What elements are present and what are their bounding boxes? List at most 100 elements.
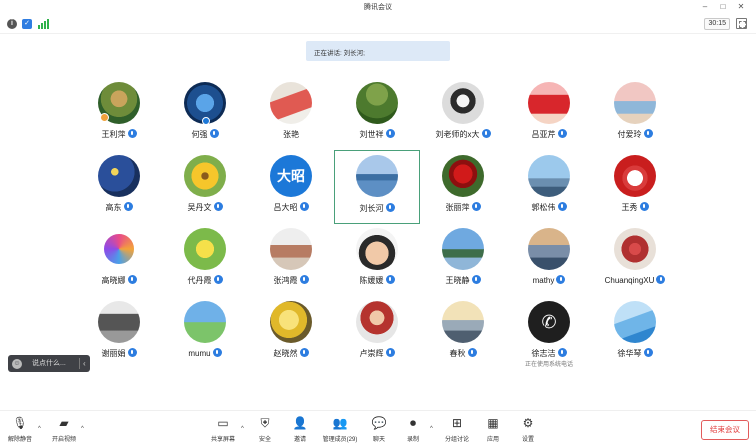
mic-icon	[385, 203, 395, 212]
participant-name: 张丽萍	[445, 203, 470, 212]
avatar	[184, 228, 226, 270]
participant-name: 吕大昭	[273, 203, 298, 212]
participant-tile[interactable]: 张艳	[248, 77, 334, 151]
mic-icon	[209, 129, 219, 138]
participant-tile[interactable]: 付爱玲	[592, 77, 678, 151]
info-icon[interactable]: i	[7, 19, 17, 29]
speaking-banner: 正在讲话: 刘长河;	[306, 41, 450, 61]
participant-tile[interactable]: mumu	[162, 296, 248, 370]
security-button[interactable]: ⛨ 安全	[245, 415, 285, 443]
close-icon[interactable]: ✕	[735, 1, 747, 13]
participant-tile[interactable]: 王晓静	[420, 223, 506, 297]
participant-name: 徐华琴	[617, 349, 642, 358]
mic-muted-icon: 🎙	[12, 416, 28, 430]
start-video-button[interactable]: ▰ 开启视频	[44, 415, 84, 443]
participant-name: 刘长河	[359, 204, 384, 213]
fullscreen-icon[interactable]	[736, 18, 747, 29]
avatar	[356, 155, 398, 197]
mic-icon	[656, 275, 666, 284]
participant-tile[interactable]: 吕亚芹	[506, 77, 592, 151]
share-screen-icon: ▭	[217, 416, 229, 430]
participant-tile[interactable]: 何强	[162, 77, 248, 151]
participant-tile[interactable]: ✆ 徐志洁 正在使用系统电话	[506, 296, 592, 370]
avatar	[528, 228, 570, 270]
phone-status-note: 正在使用系统电话	[524, 362, 573, 368]
invite-button[interactable]: 👤 邀请	[280, 415, 320, 443]
meeting-toolbar: 🎙 解除静音 ^ ▰ 开启视频 ^ ▭ 共享屏幕 ^ ⛨ 安全 👤 邀请 👥 管…	[0, 410, 756, 445]
avatar	[356, 301, 398, 343]
end-meeting-button[interactable]: 结束会议	[701, 420, 749, 440]
participant-name: 刘老师的x大	[435, 130, 480, 139]
avatar	[528, 155, 570, 197]
mic-icon	[299, 348, 309, 357]
participant-tile[interactable]: 大昭 吕大昭	[248, 150, 334, 224]
participant-name: 代丹霞	[187, 276, 212, 285]
participant-name: 陈媛媛	[359, 276, 384, 285]
avatar	[270, 228, 312, 270]
settings-button[interactable]: ⚙ 设置	[508, 415, 548, 443]
participants-button[interactable]: 👥 管理成员(29)	[320, 415, 360, 443]
chevron-up-icon[interactable]: ^	[81, 426, 84, 432]
share-screen-button[interactable]: ▭ 共享屏幕	[203, 415, 243, 443]
participant-tile[interactable]: 春秋	[420, 296, 506, 370]
collapse-arrow-icon[interactable]: ‹	[83, 355, 86, 372]
maximize-icon[interactable]: □	[717, 1, 729, 13]
mic-icon	[127, 129, 137, 138]
record-button[interactable]: ⏺ 录制	[393, 415, 433, 443]
mic-icon	[643, 348, 653, 357]
participant-tile[interactable]: 赵晓然	[248, 296, 334, 370]
participant-tile[interactable]: 卢崇辉	[334, 296, 420, 370]
participant-tile[interactable]: 王利萍	[76, 77, 162, 151]
shield-icon[interactable]: ✓	[22, 19, 32, 29]
participant-name: 刘世祥	[359, 130, 384, 139]
security-shield-icon: ⛨	[260, 416, 270, 430]
breakout-rooms-button[interactable]: ⊞ 分组讨论	[437, 415, 477, 443]
mic-icon	[471, 202, 481, 211]
chat-input[interactable]: ☺ 说点什么... ‹	[8, 355, 90, 372]
unmute-button[interactable]: 🎙 解除静音	[0, 415, 40, 443]
participant-name: 谢丽娟	[101, 349, 126, 358]
window-title: 腾讯会议	[364, 4, 392, 11]
avatar	[614, 82, 656, 124]
host-badge-icon	[100, 113, 109, 122]
mic-icon	[299, 202, 309, 211]
add-user-icon: 👤	[292, 416, 308, 430]
mic-icon	[557, 348, 567, 357]
chat-icon: 💬	[371, 416, 387, 430]
participant-tile[interactable]: ChuanqingXU	[592, 223, 678, 297]
participant-tile[interactable]: 吴丹文	[162, 150, 248, 224]
participant-tile-active-speaker[interactable]: 刘长河	[334, 150, 420, 224]
chevron-up-icon[interactable]: ^	[241, 426, 244, 432]
participant-tile[interactable]: 张丽萍	[420, 150, 506, 224]
participant-tile[interactable]: 刘世祥	[334, 77, 420, 151]
participant-tile[interactable]: mathy	[506, 223, 592, 297]
record-icon: ⏺	[409, 416, 416, 430]
avatar	[614, 155, 656, 197]
participant-tile[interactable]: 徐华琴	[592, 296, 678, 370]
participant-tile[interactable]: 张鸿霞	[248, 223, 334, 297]
participant-tile[interactable]: 高东	[76, 150, 162, 224]
participant-tile[interactable]: 王秀	[592, 150, 678, 224]
avatar	[98, 155, 140, 197]
mic-icon	[385, 275, 395, 284]
participant-name: 吴丹文	[187, 203, 212, 212]
smile-icon[interactable]: ☺	[12, 358, 22, 369]
participant-tile[interactable]: 代丹霞	[162, 223, 248, 297]
mic-icon	[385, 129, 395, 138]
avatar	[442, 155, 484, 197]
participant-name: 何强	[191, 130, 208, 139]
minimize-icon[interactable]: –	[699, 1, 711, 13]
apps-button[interactable]: ▦ 应用	[473, 415, 513, 443]
chevron-up-icon[interactable]: ^	[430, 426, 433, 432]
participant-tile[interactable]: 刘老师的x大	[420, 77, 506, 151]
network-signal-icon[interactable]	[38, 19, 50, 29]
mic-icon	[481, 129, 491, 138]
chevron-up-icon[interactable]: ^	[38, 426, 41, 432]
participant-tile[interactable]: 郭松伟	[506, 150, 592, 224]
avatar	[184, 155, 226, 197]
camera-off-icon: ▰	[59, 416, 69, 430]
participant-tile[interactable]: 陈媛媛	[334, 223, 420, 297]
meeting-status-row: i ✓ 30:15	[0, 14, 756, 34]
participant-tile[interactable]: 高晓娜	[76, 223, 162, 297]
participant-name: 徐志洁	[531, 349, 556, 358]
